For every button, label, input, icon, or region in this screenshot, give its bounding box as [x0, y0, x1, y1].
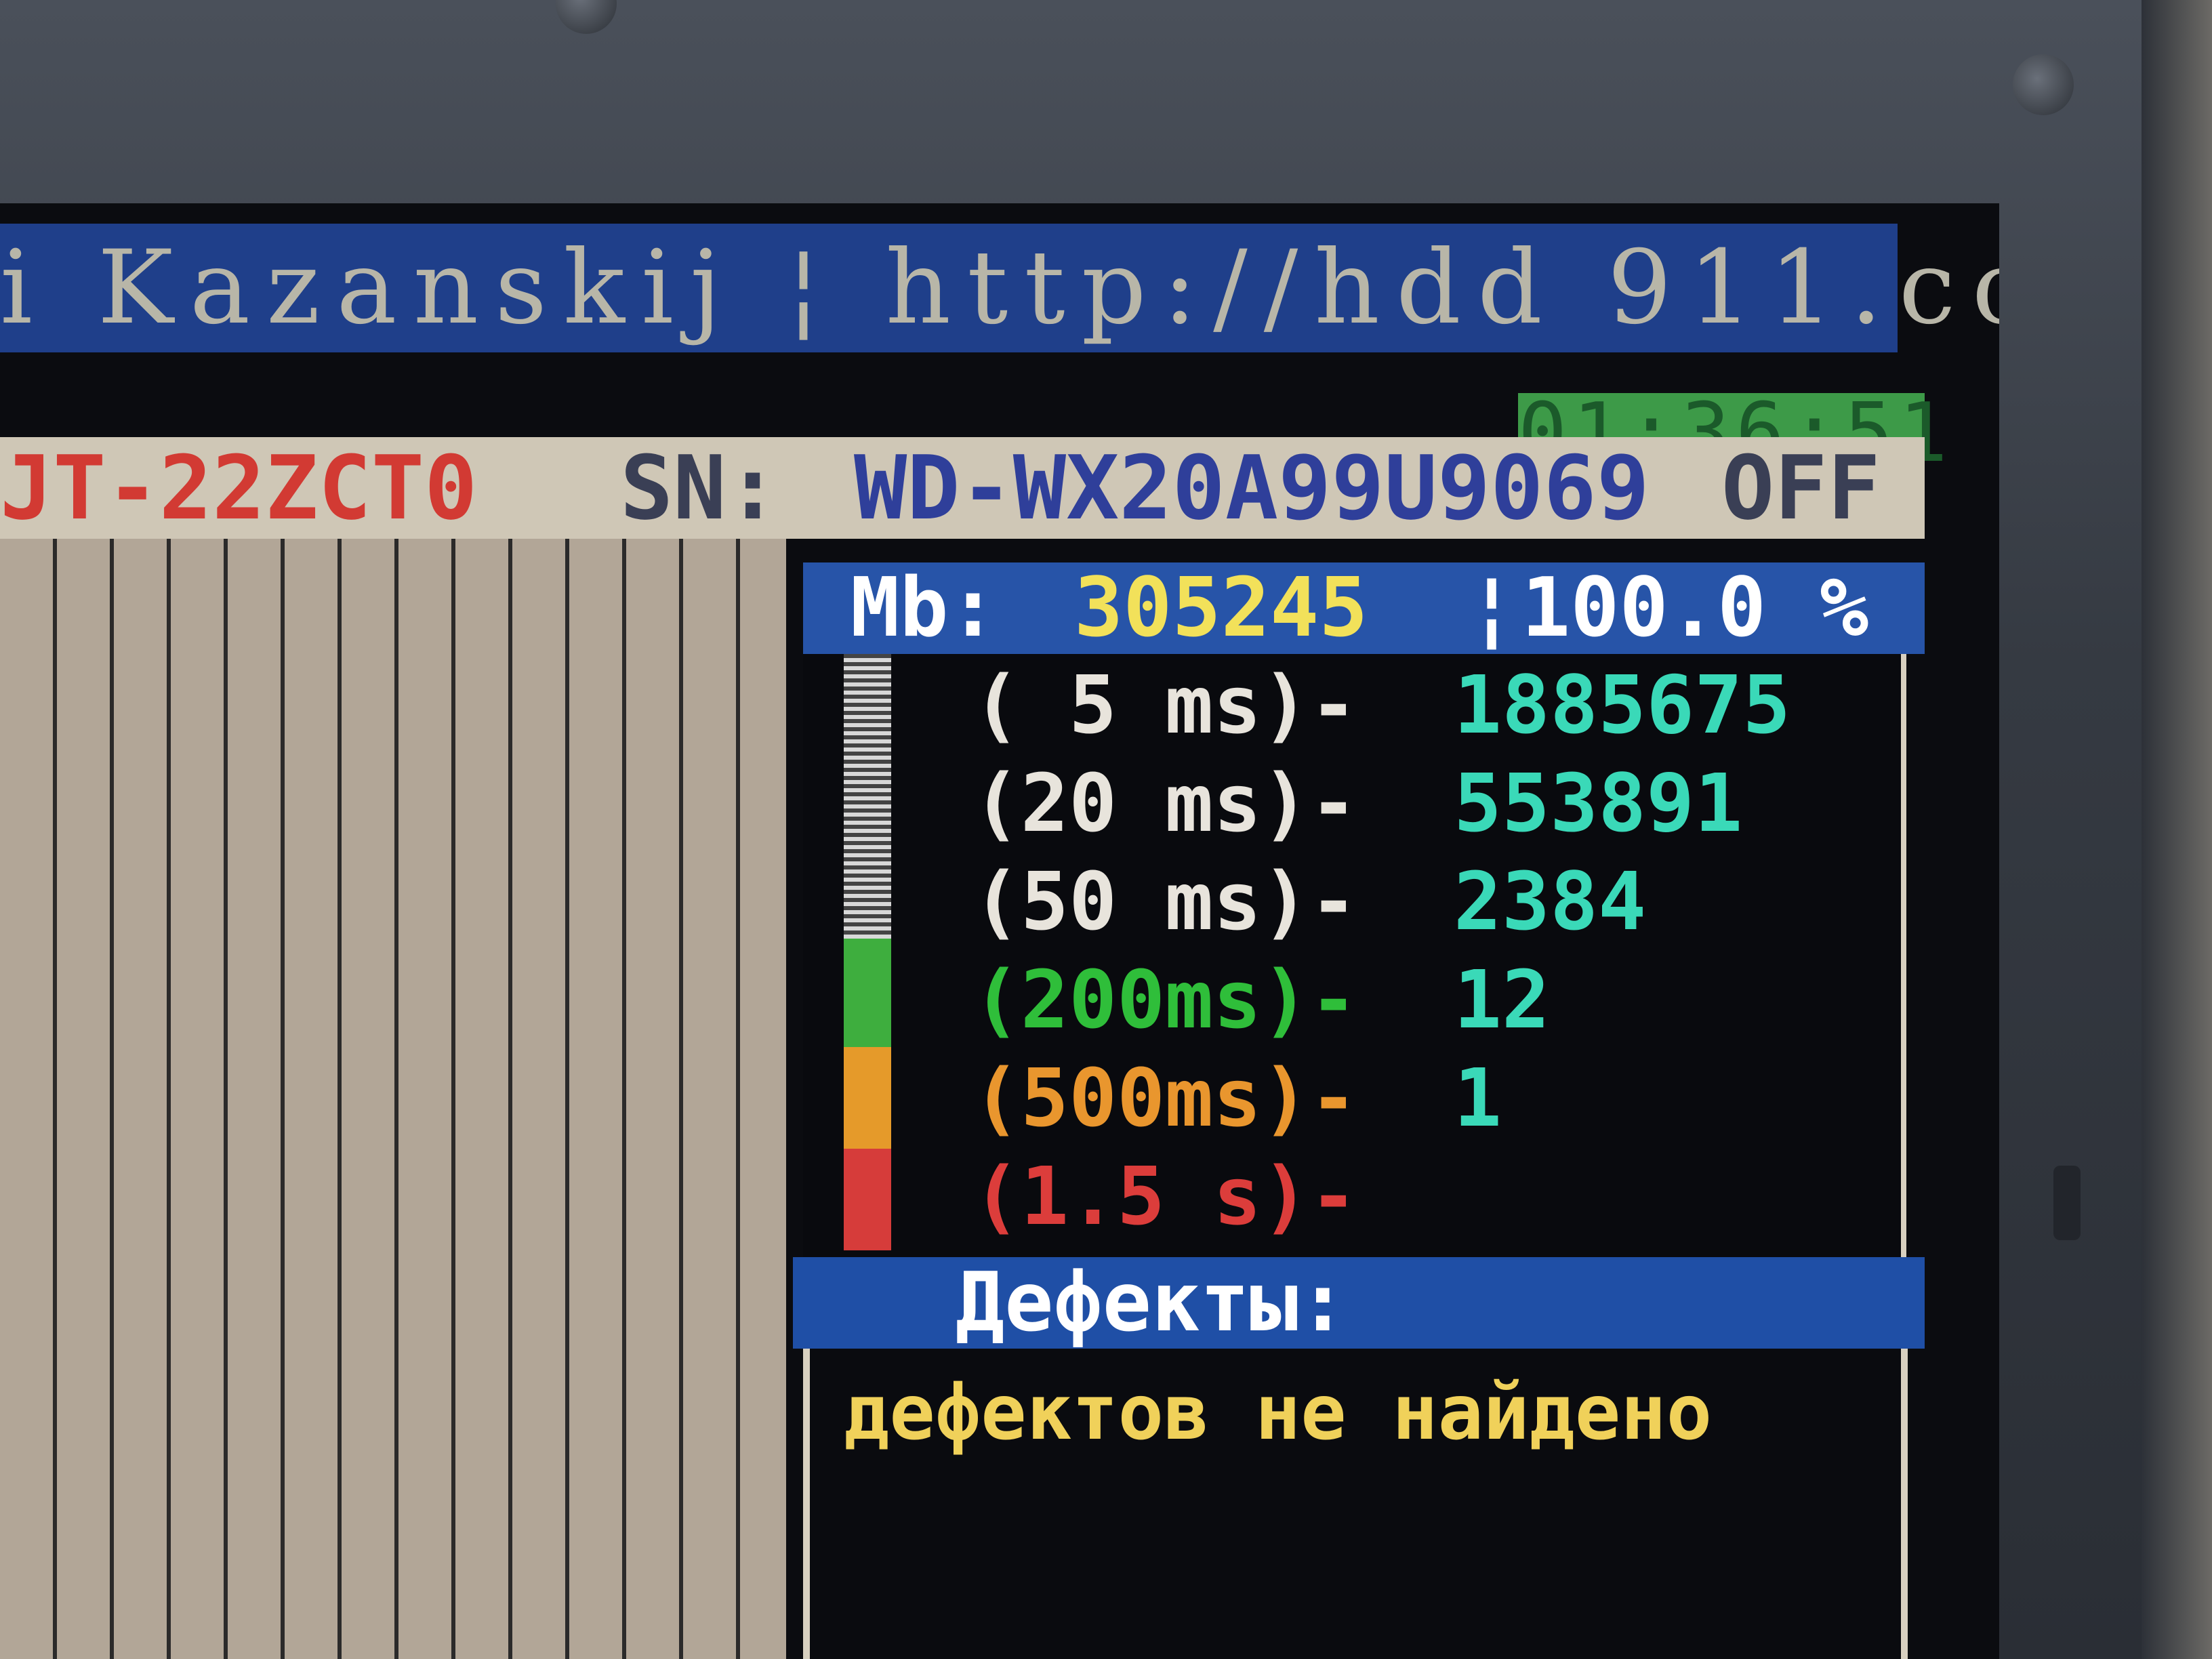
latency-count: 12 — [1454, 953, 1551, 1046]
mb-value: 305245 — [1074, 561, 1368, 655]
serial-label: SN: — [620, 436, 779, 539]
screw-icon — [2013, 54, 2074, 115]
mb-label: Mb: — [851, 561, 998, 655]
defects-title: Дефекты: — [956, 1256, 1347, 1350]
percent-value: 100.0 — [1521, 561, 1767, 655]
latency-count: 1885675 — [1454, 658, 1791, 752]
drive-model: JT-22ZCT0 — [0, 436, 478, 539]
status-badge: OFF — [1721, 436, 1881, 539]
separator: ¦ — [1467, 561, 1517, 655]
defects-message: дефектов не найдено — [844, 1369, 1713, 1457]
latency-label: (500ms)- — [972, 1051, 1358, 1145]
gauge-orange — [844, 1047, 891, 1149]
defects-panel: дефектов не найдено — [803, 1349, 1908, 1659]
latency-count: 1 — [1454, 1051, 1502, 1145]
drive-info-bar: JT-22ZCT0 SN: WD-WX20A99U9069 OFF — [0, 437, 1925, 539]
progress-bar: Mb: 305245 ¦ 100.0 % — [803, 562, 1925, 654]
defects-header: Дефекты: — [793, 1257, 1925, 1349]
gauge-white — [844, 654, 891, 939]
latency-label: (1.5 s)- — [972, 1149, 1358, 1243]
gauge-red — [844, 1149, 891, 1250]
block-map — [0, 539, 786, 1659]
monitor-screen: i Kazanskij ¦ http://hdd 911.com 01:36:5… — [0, 203, 1999, 1659]
latency-label: (200ms)- — [972, 953, 1358, 1046]
latency-label: (50 ms)- — [972, 855, 1358, 948]
latency-label: ( 5 ms)- — [972, 658, 1358, 752]
latency-count: 2384 — [1454, 855, 1647, 948]
title-bar: i Kazanskij ¦ http://hdd 911.com — [0, 224, 1999, 352]
latency-count: 553891 — [1454, 756, 1743, 850]
gauge-green — [844, 939, 891, 1047]
latch-icon — [2053, 1166, 2081, 1240]
laptop-bezel-edge — [2142, 0, 2212, 1659]
percent-sign: % — [1820, 561, 1869, 655]
serial-number: WD-WX20A99U9069 — [854, 436, 1650, 539]
latency-label: (20 ms)- — [972, 756, 1358, 850]
latency-legend: ( 5 ms)- 1885675 (20 ms)- 553891 (50 ms)… — [803, 654, 1906, 1257]
